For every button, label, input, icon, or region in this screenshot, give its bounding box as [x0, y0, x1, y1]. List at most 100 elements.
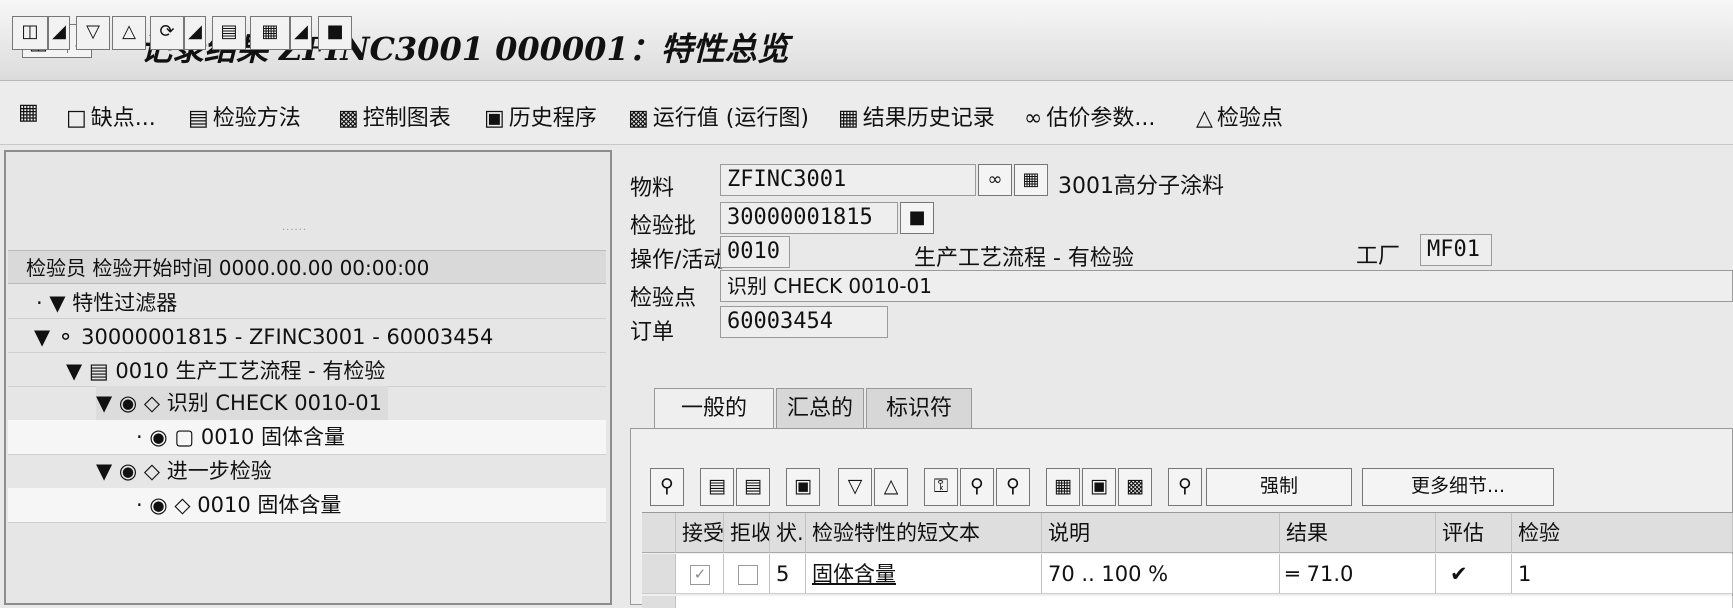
- unlock-button[interactable]: ⚲: [996, 468, 1030, 506]
- tree-node-inspection-point[interactable]: ▼ ◉ ◇ 识别 CHECK 0010-01: [96, 386, 388, 420]
- result-cell[interactable]: ═ 71.0: [1280, 554, 1436, 594]
- evaluation-cell: ✔: [1436, 554, 1512, 594]
- tab-identifiers[interactable]: 标识符: [866, 388, 972, 429]
- first-page-button[interactable]: ▤: [700, 468, 734, 506]
- plant-field[interactable]: MF01: [1420, 234, 1492, 266]
- chevron-down-icon: ▼: [96, 459, 113, 483]
- column-header-short-text[interactable]: 检验特性的短文本: [806, 513, 1042, 553]
- document-icon: □: [66, 106, 87, 131]
- tree-node-characteristic[interactable]: · ◉ ◇ 0010 固体含量: [136, 488, 341, 522]
- material-display-button[interactable]: ∞: [978, 164, 1012, 196]
- formula-button[interactable]: ▣: [1082, 468, 1116, 506]
- inspection-point-button[interactable]: △ 检验点: [1196, 100, 1283, 132]
- material-description: 3001高分子涂料: [1058, 174, 1224, 199]
- expand-button[interactable]: ▽: [76, 16, 110, 50]
- inspection-method-button[interactable]: ▤ 检验方法: [188, 100, 301, 132]
- diamond-icon: ◇: [174, 493, 191, 517]
- tree-node-further-inspection[interactable]: ▼ ◉ ◇ 进一步检验: [96, 454, 272, 488]
- tab-general[interactable]: 一般的: [654, 388, 774, 429]
- column-header-inspected[interactable]: 检验: [1512, 513, 1733, 553]
- control-chart-button[interactable]: ▩ 控制图表: [338, 100, 451, 132]
- valuation-params-button[interactable]: ∞ 估价参数...: [1024, 100, 1155, 132]
- unlock-icon: ⚲: [1006, 475, 1020, 497]
- results-grid: 接受 拒收 状. 检验特性的短文本 说明 结果 评估 检验 ✓ 5 固体含量 7…: [642, 512, 1733, 608]
- signature-button[interactable]: ▩: [1118, 468, 1152, 506]
- lot-icon: ⚬: [56, 325, 75, 349]
- row-selector-header[interactable]: [642, 513, 676, 553]
- print-button[interactable]: ▤: [212, 16, 246, 50]
- short-text-link[interactable]: 固体含量: [812, 562, 896, 586]
- tree-node-inspection-lot[interactable]: ▼ ⚬ 30000001815 - ZFINC3001 - 60003454: [34, 320, 493, 354]
- inspection-point-icon: △: [1196, 106, 1213, 131]
- defects-button[interactable]: □ 缺点...: [66, 100, 156, 132]
- row-selector[interactable]: [642, 554, 676, 594]
- tab-summary[interactable]: 汇总的: [776, 388, 864, 429]
- operation-field[interactable]: 0010: [720, 236, 790, 268]
- chevron-down-icon: ◢: [52, 21, 66, 42]
- action-menu-icon[interactable]: ▦: [18, 100, 43, 125]
- column-header-reject[interactable]: 拒收: [724, 513, 770, 553]
- filter-icon: ▼: [49, 291, 66, 315]
- last-page-button[interactable]: ▤: [736, 468, 770, 506]
- short-text-cell[interactable]: 固体含量: [806, 554, 1042, 594]
- info-button[interactable]: ■: [318, 16, 352, 50]
- chevron-down-icon: ◢: [294, 21, 308, 42]
- refresh-button[interactable]: ⟳: [150, 16, 184, 50]
- run-chart-button[interactable]: ▩ 运行值 (运行图): [628, 100, 809, 132]
- column-header-description[interactable]: 说明: [1042, 513, 1280, 553]
- splitter-handle[interactable]: ......: [282, 222, 307, 233]
- column-header-status[interactable]: 状.: [770, 513, 806, 553]
- order-field[interactable]: 60003454: [720, 306, 888, 338]
- collapse-button[interactable]: △: [112, 16, 146, 50]
- force-button[interactable]: 强制: [1206, 468, 1352, 506]
- refresh-icon: ⟳: [159, 21, 175, 42]
- collapse-all-button[interactable]: △: [874, 468, 908, 506]
- column-header-evaluation[interactable]: 评估: [1436, 513, 1512, 553]
- page-icon: ▤: [744, 475, 762, 497]
- tree-view-dropdown[interactable]: ◢: [48, 16, 70, 50]
- chart-icon: ▩: [338, 106, 359, 131]
- tree-node-operation[interactable]: ▼ ▤ 0010 生产工艺流程 - 有检验: [66, 354, 385, 388]
- force-lock-icon-button[interactable]: ⚲: [1168, 468, 1202, 506]
- inspection-point-label: 检验点: [630, 286, 697, 311]
- tree-header: 检验员 检验开始时间 0000.00.00 00:00:00: [8, 250, 606, 284]
- column-header-accept[interactable]: 接受: [676, 513, 724, 553]
- row-selector[interactable]: [642, 596, 676, 608]
- info-icon: ■: [908, 207, 926, 228]
- inspected-count-cell: 1: [1512, 554, 1733, 594]
- column-header-result[interactable]: 结果: [1280, 513, 1436, 553]
- results-history-button[interactable]: ▦ 结果历史记录: [838, 100, 995, 132]
- bullet-icon: ·: [36, 291, 43, 315]
- expand-all-button[interactable]: ▽: [838, 468, 872, 506]
- user-settings-button[interactable]: ⚿: [924, 468, 958, 506]
- inspection-lot-field[interactable]: 30000001815: [720, 202, 898, 234]
- more-details-button[interactable]: 更多细节...: [1362, 468, 1554, 506]
- tree-node-characteristic-filter[interactable]: · ▼ 特性过滤器: [36, 286, 177, 320]
- calculator-icon: ▦: [1054, 475, 1072, 497]
- expand-icon: ▽: [847, 475, 863, 497]
- refresh-dropdown[interactable]: ◢: [184, 16, 206, 50]
- result-value[interactable]: 71.0: [1307, 562, 1354, 586]
- checkbox-empty-icon: [738, 565, 758, 585]
- history-button[interactable]: ▣ 历史程序: [484, 100, 597, 132]
- details-button[interactable]: ⚲: [650, 468, 684, 506]
- material-copy-button[interactable]: ▦: [1014, 164, 1048, 196]
- tree-node-characteristic[interactable]: · ◉ ▢ 0010 固体含量: [136, 420, 345, 454]
- description-cell: 70 .. 100 %: [1042, 554, 1280, 594]
- tree-view-button[interactable]: ◫: [12, 16, 48, 50]
- column-layout-button[interactable]: ▦: [250, 16, 290, 50]
- operation-label: 操作/活动: [630, 248, 726, 273]
- insert-row-button[interactable]: ▣: [786, 468, 820, 506]
- calculator-button[interactable]: ▦: [1046, 468, 1080, 506]
- reject-checkbox[interactable]: [724, 554, 770, 594]
- characteristic-icon: ◉: [149, 493, 168, 517]
- lock-button[interactable]: ⚲: [960, 468, 994, 506]
- history-icon: ▣: [484, 106, 505, 131]
- lot-info-button[interactable]: ■: [900, 202, 934, 234]
- accept-checkbox[interactable]: ✓: [676, 554, 724, 594]
- print-icon: ▤: [220, 21, 238, 42]
- chevron-down-icon: ▼: [34, 325, 51, 349]
- material-field[interactable]: ZFINC3001: [720, 164, 976, 196]
- column-layout-dropdown[interactable]: ◢: [290, 16, 312, 50]
- inspection-point-field[interactable]: 识别 CHECK 0010-01: [720, 270, 1733, 302]
